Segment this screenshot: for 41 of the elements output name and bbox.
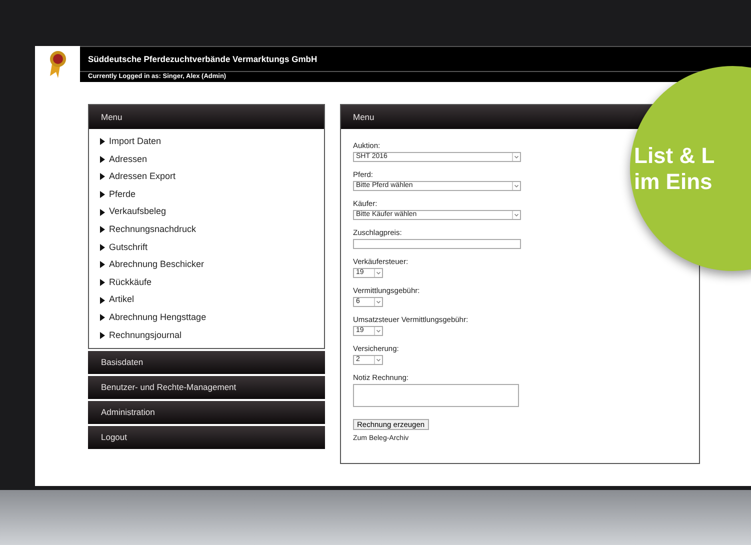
menu-item[interactable]: Adressen: [109, 152, 148, 166]
triangle-right-icon: [100, 332, 105, 339]
chevron-down-icon: [374, 269, 382, 277]
input-field[interactable]: [353, 239, 521, 249]
triangle-right-icon: [100, 314, 105, 322]
triangle-right-icon: [100, 208, 105, 216]
chevron-down-icon: [374, 327, 382, 335]
triangle-right-icon: [100, 156, 105, 163]
chevron-down-icon: [512, 182, 520, 190]
chevron-down-icon: [374, 298, 382, 306]
company-name: Süddeutsche Pferdezuchtverbände Vermarktungs GmbH: [88, 52, 318, 66]
menu-item[interactable]: Abrechnung Beschicker: [109, 258, 204, 272]
menu-item[interactable]: Adressen Export: [109, 170, 176, 184]
section-header[interactable]: Logout: [88, 426, 325, 450]
triangle-right-icon: [100, 296, 105, 304]
chevron-down-icon: [512, 211, 520, 219]
promo-text: im Eins: [634, 168, 712, 194]
chevron-down-icon: [512, 153, 520, 161]
section-header[interactable]: Administration: [88, 401, 325, 424]
panel-header: Menu: [89, 105, 324, 129]
menu-item[interactable]: Gutschrift: [109, 240, 148, 254]
menu-item[interactable]: Rechnungsnachdruck: [109, 223, 196, 237]
section-header[interactable]: Benutzer- und Rechte-Management: [88, 376, 325, 400]
menu-item[interactable]: Verkaufsbeleg: [109, 205, 166, 219]
triangle-right-icon: [100, 173, 105, 180]
triangle-right-icon: [100, 138, 105, 146]
triangle-right-icon: [100, 279, 105, 286]
promo-text: List & L: [634, 142, 715, 168]
textarea-field[interactable]: [353, 384, 519, 407]
triangle-right-icon: [100, 191, 105, 198]
triangle-right-icon: [100, 226, 105, 234]
menu-item[interactable]: Pferde: [109, 188, 136, 202]
section-header[interactable]: Basisdaten: [88, 351, 325, 374]
menu-item[interactable]: Rückkäufe: [109, 276, 152, 290]
chevron-down-icon: [374, 356, 382, 364]
triangle-right-icon: [100, 261, 105, 268]
menu-item[interactable]: Import Daten: [109, 135, 162, 149]
menu-item[interactable]: Rechnungsjournal: [109, 328, 182, 342]
triangle-right-icon: [100, 244, 105, 251]
menu-item[interactable]: Abrechnung Hengsttage: [109, 310, 206, 324]
menu-item[interactable]: Artikel: [109, 293, 134, 307]
